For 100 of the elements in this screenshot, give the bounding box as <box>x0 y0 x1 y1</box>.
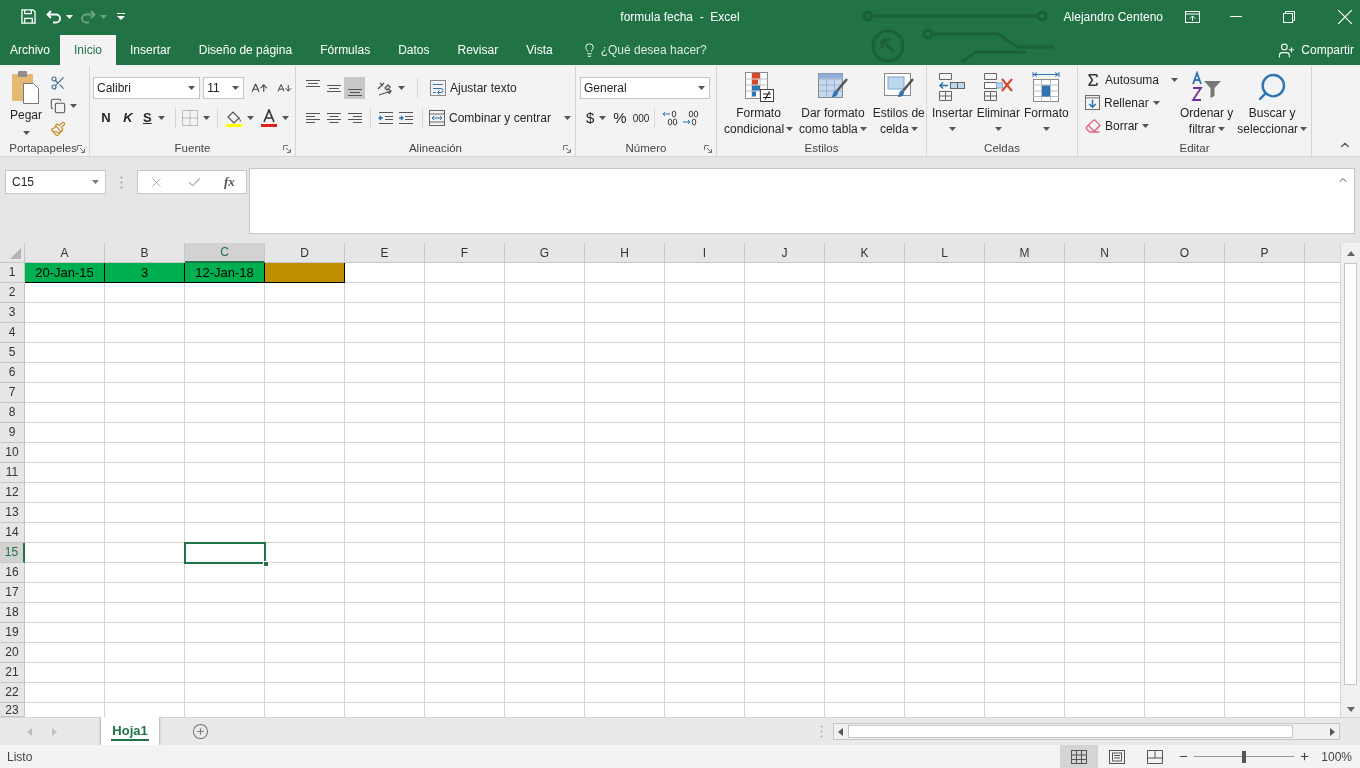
wrap-text-button[interactable]: Ajustar texto <box>430 77 517 99</box>
bold-button[interactable]: N <box>95 107 117 129</box>
dialog-launcher-icon[interactable] <box>563 144 571 153</box>
clear-button[interactable]: Borrar <box>1085 114 1178 137</box>
vertical-scrollbar[interactable] <box>1340 243 1360 717</box>
dialog-launcher-icon[interactable] <box>77 144 85 153</box>
fill-handle[interactable] <box>263 561 269 567</box>
row-header[interactable]: 11 <box>0 463 25 483</box>
formula-input[interactable] <box>249 168 1355 234</box>
underline-button[interactable]: S <box>139 107 169 129</box>
row-header[interactable]: 4 <box>0 323 25 343</box>
sheet-tab[interactable]: Hoja1 <box>100 717 160 745</box>
ribbon-tab[interactable]: Vista <box>512 35 567 65</box>
ribbon-tab[interactable]: Datos <box>384 35 444 65</box>
percent-button[interactable]: % <box>613 107 627 129</box>
column-header[interactable]: E <box>345 243 425 263</box>
zoom-slider[interactable] <box>1194 750 1295 763</box>
number-format-field[interactable]: General <box>580 77 710 99</box>
caret-icon <box>994 127 1002 131</box>
row-header[interactable]: 12 <box>0 483 25 503</box>
column-header[interactable]: G <box>505 243 585 263</box>
sort-filter-button[interactable]: Ordenar y filtrar <box>1178 71 1236 137</box>
zoom-slider-thumb[interactable] <box>1242 750 1247 763</box>
italic-button[interactable]: K <box>117 107 139 129</box>
insert-function-button[interactable]: fx <box>223 172 235 192</box>
currency-button[interactable]: $ <box>586 107 607 129</box>
row-header[interactable]: 2 <box>0 283 25 303</box>
row-header[interactable]: 20 <box>0 643 25 663</box>
column-header[interactable]: M <box>985 243 1065 263</box>
row-header[interactable]: 16 <box>0 563 25 583</box>
column-header[interactable]: C <box>185 243 265 263</box>
row-header[interactable]: 14 <box>0 523 25 543</box>
vertical-align-button[interactable] <box>344 77 365 99</box>
row-header[interactable]: 8 <box>0 403 25 423</box>
row-header[interactable]: 9 <box>0 423 25 443</box>
font-color-button[interactable] <box>259 107 289 129</box>
row-header[interactable]: 21 <box>0 663 25 683</box>
cell-styles-button[interactable]: Estilos de celda <box>869 71 928 137</box>
column-header[interactable]: A <box>25 243 105 263</box>
column-header[interactable]: D <box>265 243 345 263</box>
share-button[interactable]: Compartir <box>1278 35 1354 65</box>
font-name-field[interactable]: Calibri <box>93 77 201 99</box>
column-header[interactable]: H <box>585 243 665 263</box>
format-as-table-button[interactable]: Dar formato como tabla <box>796 71 870 137</box>
conditional-format-button[interactable]: Formato condicional <box>721 71 797 137</box>
column-header[interactable]: O <box>1145 243 1225 263</box>
column-header[interactable]: K <box>825 243 905 263</box>
row-header[interactable]: 13 <box>0 503 25 523</box>
column-header[interactable]: P <box>1225 243 1305 263</box>
find-select-button[interactable]: Buscar y seleccionar <box>1235 71 1310 137</box>
ribbon-tab[interactable]: Archivo <box>0 35 60 65</box>
borders-button[interactable] <box>181 107 210 129</box>
column-header[interactable]: L <box>905 243 985 263</box>
dialog-launcher-icon[interactable] <box>704 144 712 153</box>
zoom-in-icon[interactable] <box>1299 751 1311 762</box>
scrollbar-thumb[interactable] <box>848 725 1293 738</box>
add-sheet-icon[interactable] <box>192 723 209 740</box>
scroll-down-icon[interactable] <box>1346 707 1355 712</box>
ribbon-tab[interactable]: Inicio <box>60 35 117 65</box>
font-size-field[interactable]: 11 <box>203 77 244 99</box>
row-header[interactable]: 15 <box>0 543 25 563</box>
ribbon-tab[interactable]: Fórmulas <box>306 35 385 65</box>
row-header[interactable]: 6 <box>0 363 25 383</box>
scroll-up-icon[interactable] <box>1346 251 1355 256</box>
row-header[interactable]: 7 <box>0 383 25 403</box>
copy-button[interactable] <box>50 96 77 115</box>
autosum-button[interactable]: Autosuma <box>1085 68 1178 91</box>
row-header[interactable]: 19 <box>0 623 25 643</box>
row-header[interactable]: 1 <box>0 263 25 283</box>
row-header[interactable]: 17 <box>0 583 25 603</box>
ribbon-tab[interactable]: Insertar <box>116 35 185 65</box>
view-button[interactable] <box>1060 745 1099 768</box>
horizontal-scrollbar[interactable] <box>833 723 1340 740</box>
tell-me-field[interactable]: ¿Qué desea hacer? <box>600 41 723 59</box>
row-header[interactable]: 5 <box>0 343 25 363</box>
row-header[interactable]: 3 <box>0 303 25 323</box>
column-header[interactable]: N <box>1065 243 1145 263</box>
column-header[interactable]: J <box>745 243 825 263</box>
merge-center-button[interactable]: Combinar y centrar <box>429 107 572 129</box>
dialog-launcher-icon[interactable] <box>283 144 291 153</box>
name-box[interactable]: C15 <box>5 170 106 194</box>
thousands-button[interactable]: 000 <box>632 107 650 129</box>
fill-button[interactable]: Rellenar <box>1085 91 1178 114</box>
ribbon-tab[interactable]: Diseño de página <box>184 35 307 65</box>
format-cells-button[interactable]: Formato <box>1022 71 1071 131</box>
row-header[interactable]: 18 <box>0 603 25 623</box>
row-header[interactable]: 23 <box>0 703 25 717</box>
scrollbar-thumb[interactable] <box>1344 263 1357 685</box>
insert-cells-button[interactable]: Insertar <box>930 71 975 131</box>
ribbon-tab[interactable]: Revisar <box>443 35 513 65</box>
row-header[interactable]: 22 <box>0 683 25 703</box>
decrease-decimal-button[interactable] <box>680 107 701 129</box>
delete-cells-button[interactable]: Eliminar <box>974 71 1023 131</box>
row-header[interactable]: 10 <box>0 443 25 463</box>
column-header[interactable]: F <box>425 243 505 263</box>
paste-button[interactable]: Pegar <box>10 70 42 138</box>
scroll-right-icon[interactable] <box>1330 727 1335 736</box>
column-header[interactable]: I <box>665 243 745 263</box>
column-header[interactable]: B <box>105 243 185 263</box>
scroll-left-icon[interactable] <box>838 727 843 736</box>
